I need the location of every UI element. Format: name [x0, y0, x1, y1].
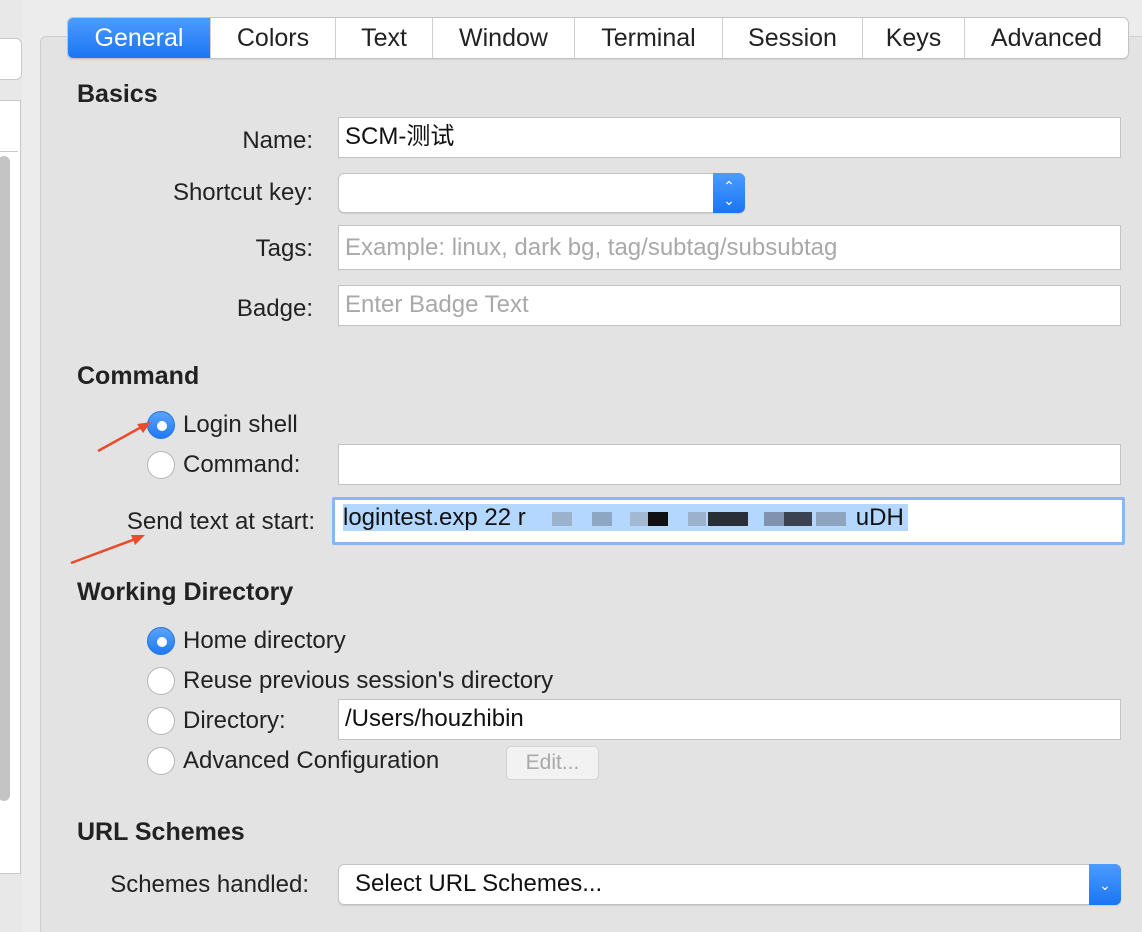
login-shell-option[interactable]: Login shell	[147, 411, 298, 439]
redaction-mark	[551, 511, 572, 526]
edit-button[interactable]: Edit...	[506, 746, 599, 780]
home-directory-radio[interactable]	[147, 627, 175, 655]
tab-colors[interactable]: Colors	[210, 18, 335, 58]
name-field[interactable]: SCM-测试	[338, 117, 1121, 158]
name-label: Name:	[242, 127, 313, 154]
redaction-mark	[687, 511, 706, 526]
advanced-configuration-label: Advanced Configuration	[183, 747, 440, 774]
command-section-title: Command	[77, 362, 200, 390]
command-field[interactable]	[338, 444, 1121, 485]
annotation-arrow-icon	[97, 422, 151, 453]
reuse-directory-label: Reuse previous session's directory	[183, 667, 554, 694]
command-option[interactable]: Command:	[147, 451, 300, 479]
login-shell-label: Login shell	[183, 411, 298, 438]
directory-option[interactable]: Directory:	[147, 707, 286, 735]
command-radio[interactable]	[147, 451, 175, 479]
redaction-mark	[629, 511, 648, 526]
profile-list-header	[0, 101, 18, 152]
updown-chevron-icon: ⌃ ⌄	[713, 173, 745, 213]
annotation-arrow-icon	[70, 535, 145, 565]
tab-terminal[interactable]: Terminal	[574, 18, 722, 58]
profile-list-scrollbar[interactable]	[0, 156, 10, 801]
tags-label: Tags:	[255, 235, 313, 262]
preferences-tab-bar: General Colors Text Window Terminal Sess…	[67, 17, 1129, 59]
advanced-configuration-option[interactable]: Advanced Configuration	[147, 747, 439, 775]
shortcut-key-popup[interactable]: ⌃ ⌄	[338, 173, 745, 213]
shortcut-key-label: Shortcut key:	[172, 179, 313, 206]
basics-section-title: Basics	[77, 80, 158, 108]
tab-window[interactable]: Window	[432, 18, 574, 58]
redaction-mark	[647, 511, 668, 526]
home-directory-label: Home directory	[183, 627, 346, 654]
directory-field[interactable]: /Users/houzhibin	[338, 699, 1121, 740]
directory-label: Directory:	[183, 707, 286, 734]
schemes-handled-popup[interactable]: Select URL Schemes... ⌄	[338, 864, 1121, 905]
working-directory-section-title: Working Directory	[77, 578, 294, 606]
url-schemes-section-title: URL Schemes	[77, 818, 245, 846]
send-text-label: Send text at start:	[126, 508, 315, 535]
redaction-mark	[763, 511, 784, 526]
tab-advanced[interactable]: Advanced	[964, 18, 1128, 58]
send-text-field[interactable]: logintest.exp 22 r uDH	[332, 497, 1125, 545]
profile-search-field[interactable]	[0, 38, 22, 80]
reuse-directory-radio[interactable]	[147, 667, 175, 695]
tags-field[interactable]: Example: linux, dark bg, tag/subtag/subs…	[338, 225, 1121, 270]
directory-radio[interactable]	[147, 707, 175, 735]
tab-session[interactable]: Session	[722, 18, 862, 58]
profile-list-sidebar	[0, 0, 22, 932]
profile-list[interactable]	[0, 100, 21, 874]
badge-label: Badge:	[236, 295, 313, 322]
reuse-directory-option[interactable]: Reuse previous session's directory	[147, 667, 553, 695]
redaction-mark	[707, 511, 748, 526]
badge-field[interactable]: Enter Badge Text	[338, 285, 1121, 326]
tab-text[interactable]: Text	[335, 18, 432, 58]
home-directory-option[interactable]: Home directory	[147, 627, 346, 655]
schemes-handled-label: Schemes handled:	[110, 871, 309, 898]
send-text-selection: logintest.exp 22 r uDH	[343, 504, 908, 531]
command-label: Command:	[183, 451, 301, 478]
redaction-mark	[591, 511, 612, 526]
chevron-down-icon: ⌄	[1089, 864, 1121, 905]
redaction-mark	[783, 511, 812, 526]
tab-keys[interactable]: Keys	[862, 18, 964, 58]
tab-general[interactable]: General	[68, 18, 210, 58]
redaction-mark	[815, 511, 846, 526]
schemes-handled-value: Select URL Schemes...	[355, 870, 603, 897]
send-text-value-start: logintest.exp 22 r	[343, 504, 526, 531]
profile-preferences-window: General Colors Text Window Terminal Sess…	[0, 0, 1142, 932]
send-text-value-end: uDH	[855, 504, 904, 531]
advanced-configuration-radio[interactable]	[147, 747, 175, 775]
